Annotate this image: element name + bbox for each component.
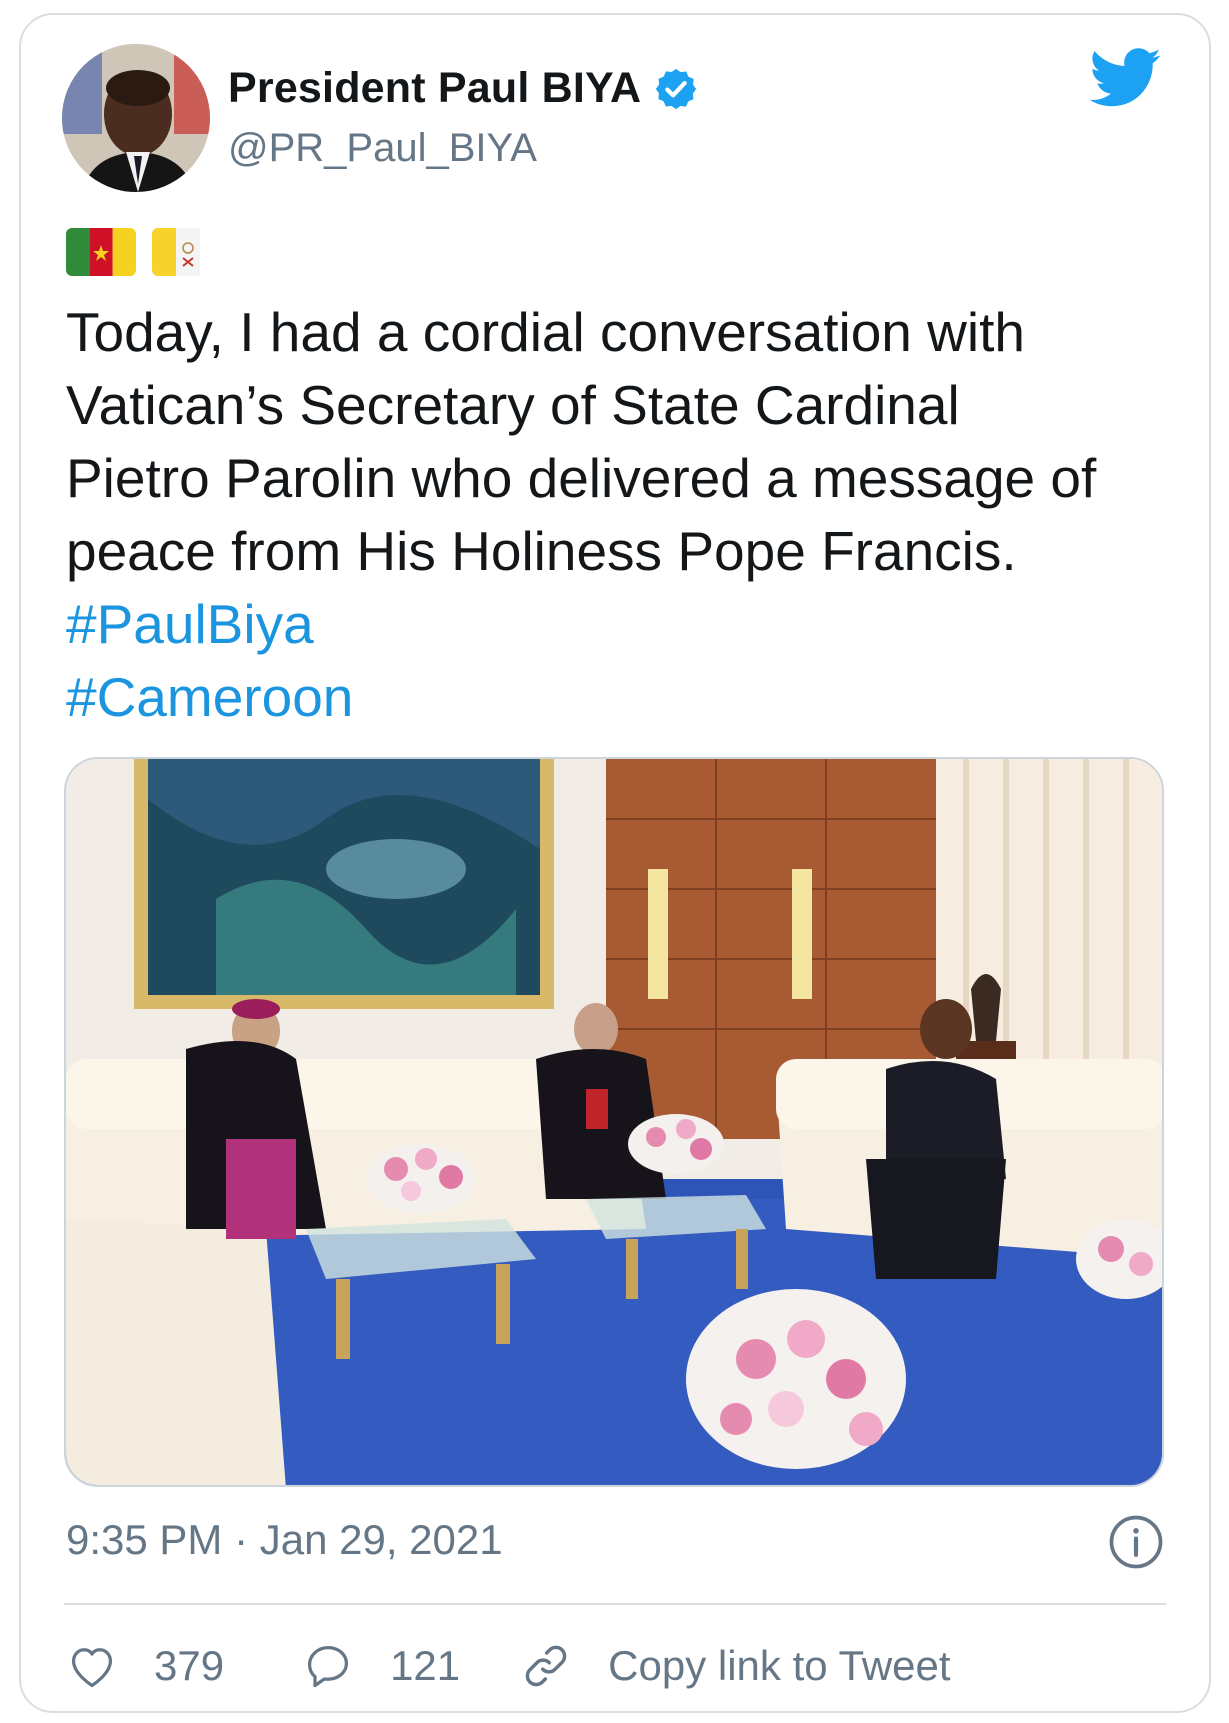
twitter-bird-icon[interactable] bbox=[1090, 48, 1162, 108]
like-button[interactable]: 379 bbox=[66, 1640, 224, 1692]
flag-emojis bbox=[66, 228, 222, 276]
heart-icon bbox=[71, 1648, 113, 1688]
author-display-name[interactable]: President Paul BIYA bbox=[228, 64, 641, 113]
author-avatar[interactable] bbox=[62, 44, 210, 192]
tweet-photo[interactable] bbox=[64, 757, 1164, 1487]
reply-count: 121 bbox=[390, 1642, 461, 1689]
hashtag-cameroon[interactable]: #Cameroon bbox=[66, 661, 353, 734]
tweet-actions: 379 121 Copy link to Tweet bbox=[66, 1640, 951, 1692]
divider bbox=[64, 1603, 1166, 1605]
author-handle[interactable]: @PR_Paul_BIYA bbox=[228, 126, 537, 171]
copy-link-label: Copy link to Tweet bbox=[608, 1642, 951, 1689]
author-name-row[interactable]: President Paul BIYA bbox=[228, 64, 699, 113]
tweet-timestamp[interactable]: 9:35 PM · Jan 29, 2021 bbox=[66, 1516, 503, 1564]
verified-badge-icon bbox=[656, 68, 697, 109]
speech-bubble-icon bbox=[308, 1645, 349, 1688]
vatican-flag bbox=[152, 228, 222, 276]
reply-button[interactable]: 121 bbox=[302, 1640, 460, 1692]
like-count: 379 bbox=[154, 1642, 225, 1689]
tweet-text: Today, I had a cordial conversation with… bbox=[66, 301, 1097, 582]
info-icon[interactable] bbox=[1108, 1514, 1164, 1570]
meeting-room-image bbox=[66, 759, 1162, 1485]
cameroon-flag bbox=[66, 228, 136, 276]
copy-link-button[interactable]: Copy link to Tweet bbox=[520, 1640, 951, 1692]
link-icon bbox=[525, 1645, 567, 1687]
hashtag-paulbiya[interactable]: #PaulBiya bbox=[66, 588, 314, 661]
